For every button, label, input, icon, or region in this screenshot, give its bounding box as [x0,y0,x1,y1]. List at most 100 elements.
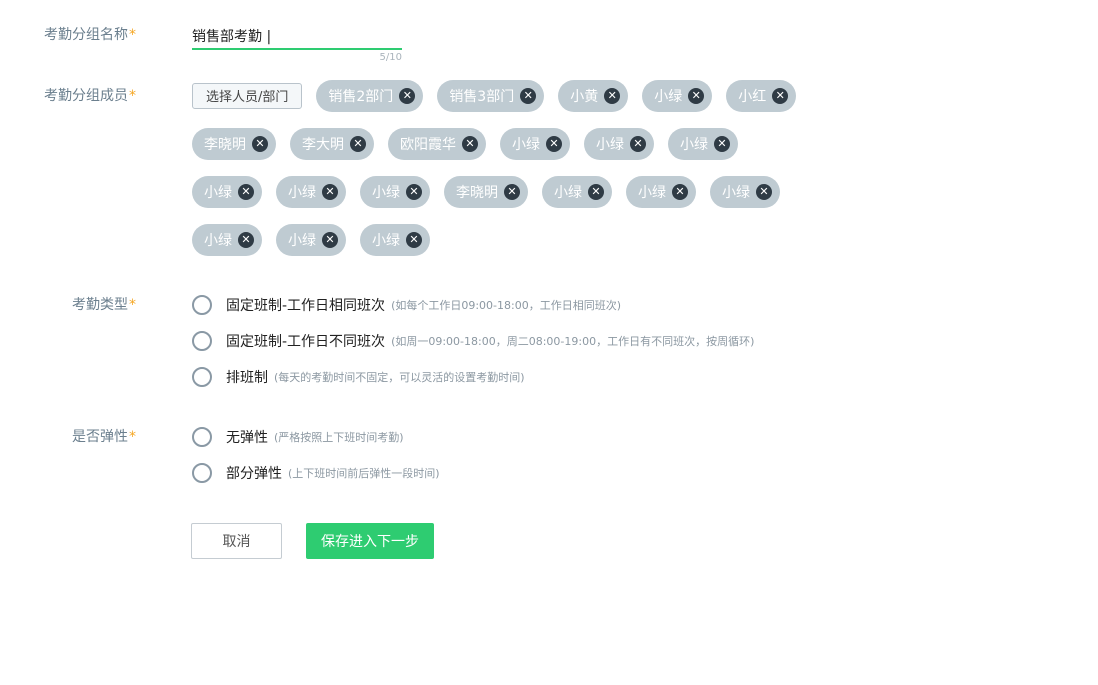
member-tag-label: 小黄 [570,88,599,105]
char-counter: 5/10 [379,52,402,63]
member-tag-label: 欧阳霞华 [400,136,456,153]
remove-member-icon[interactable]: ✕ [630,135,646,152]
member-tag-label: 小绿 [204,232,232,249]
member-tag-label: 销售2部门 [328,88,394,105]
member-tag-label: 小绿 [596,136,624,153]
member-tag-row: 李晓明 ✕ 李大明 ✕ 欧阳霞华 ✕ 小绿 ✕ 小绿 ✕ 小绿 ✕ [192,127,812,160]
member-tag-row: 小绿 ✕ 小绿 ✕ 小绿 ✕ [192,223,812,256]
option-hint: (如周一09:00-18:00，周二08:00-19:00，工作日有不同班次，按… [391,335,755,348]
members-label-text: 考勤分组成员 [44,88,128,104]
remove-member-icon[interactable]: ✕ [350,135,366,152]
member-tag: 销售3部门 ✕ [437,79,545,112]
group-name-label-text: 考勤分组名称 [44,27,128,43]
flexibility-label: 是否弹性* [0,427,136,447]
remove-member-icon[interactable]: ✕ [546,135,562,152]
remove-member-icon[interactable]: ✕ [238,183,254,200]
member-tag: 小黄 ✕ [558,79,629,112]
remove-member-icon[interactable]: ✕ [406,231,422,248]
radio-circle-icon[interactable] [192,367,212,387]
member-tag-label: 小绿 [372,184,400,201]
radio-circle-icon[interactable] [192,295,212,315]
member-tag-label: 小绿 [654,88,683,105]
radio-circle-icon[interactable] [192,331,212,351]
member-tag-label: 李大明 [302,136,344,153]
member-tag-label: 小绿 [554,184,582,201]
member-tag: 小绿 ✕ [642,79,713,112]
required-mark: * [129,297,136,313]
remove-member-icon[interactable]: ✕ [406,183,422,200]
group-name-input[interactable] [192,24,402,50]
member-tag: 小绿 ✕ [500,127,570,160]
member-tag: 小绿 ✕ [360,223,430,256]
member-tag-label: 小绿 [512,136,540,153]
remove-member-icon[interactable]: ✕ [588,183,604,200]
radio-circle-icon[interactable] [192,463,212,483]
remove-member-icon[interactable]: ✕ [520,87,537,104]
attendance-type-label-text: 考勤类型 [72,297,128,313]
member-tag: 小绿 ✕ [626,175,696,208]
remove-member-icon[interactable]: ✕ [756,183,772,200]
member-tag: 李大明 ✕ [290,127,374,160]
member-tag: 欧阳霞华 ✕ [388,127,486,160]
option-hint: (上下班时间前后弹性一段时间) [288,467,440,480]
attendance-type-label: 考勤类型* [0,295,136,315]
required-mark: * [129,429,136,445]
member-tag-label: 小绿 [722,184,750,201]
member-tag-label: 小绿 [204,184,232,201]
member-tag-list: 选择人员/部门 销售2部门 ✕ 销售3部门 ✕ 小黄 ✕ 小绿 ✕ 小红 ✕ 李晓明 ✕ 李大明 ✕ 欧阳霞华… [192,79,812,271]
member-tag: 小绿 ✕ [276,175,346,208]
remove-member-icon[interactable]: ✕ [252,135,268,152]
member-tag: 李晓明 ✕ [444,175,528,208]
option-hint: (严格按照上下班时间考勤) [274,431,404,444]
remove-member-icon[interactable]: ✕ [238,231,254,248]
member-tag-label: 小红 [738,88,767,105]
member-tag-label: 李晓明 [456,184,498,201]
required-mark: * [129,88,136,104]
group-name-label: 考勤分组名称* [0,25,136,45]
remove-member-icon[interactable]: ✕ [462,135,478,152]
remove-member-icon[interactable]: ✕ [714,135,730,152]
flexibility-option-partial[interactable]: 部分弹性 (上下班时间前后弹性一段时间) [192,462,440,484]
remove-member-icon[interactable]: ✕ [688,87,705,104]
remove-member-icon[interactable]: ✕ [604,87,621,104]
members-label: 考勤分组成员* [0,86,136,106]
remove-member-icon[interactable]: ✕ [399,87,416,104]
option-label: 部分弹性 [226,466,282,482]
member-tag: 小绿 ✕ [668,127,738,160]
member-tag-row: 选择人员/部门 销售2部门 ✕ 销售3部门 ✕ 小黄 ✕ 小绿 ✕ 小红 ✕ [192,79,812,112]
member-tag: 小绿 ✕ [276,223,346,256]
member-tag-label: 小绿 [680,136,708,153]
member-tag: 小绿 ✕ [710,175,780,208]
member-tag-label: 销售3部门 [449,88,515,105]
member-tag: 小红 ✕ [726,79,797,112]
option-hint: (如每个工作日09:00-18:00，工作日相同班次) [391,299,622,312]
member-tag: 小绿 ✕ [542,175,612,208]
remove-member-icon[interactable]: ✕ [504,183,520,200]
cancel-button[interactable]: 取消 [191,523,282,559]
member-tag-label: 小绿 [288,184,316,201]
member-tag: 小绿 ✕ [192,223,262,256]
remove-member-icon[interactable]: ✕ [322,231,338,248]
required-mark: * [129,27,136,43]
option-label: 无弹性 [226,430,268,446]
member-tag-label: 小绿 [638,184,666,201]
attendance-type-option-shift[interactable]: 排班制 (每天的考勤时间不固定，可以灵活的设置考勤时间) [192,366,525,388]
member-tag-label: 李晓明 [204,136,246,153]
member-tag: 小绿 ✕ [360,175,430,208]
select-members-button[interactable]: 选择人员/部门 [192,82,303,109]
option-label: 排班制 [226,370,268,386]
attendance-type-option-fixed-different[interactable]: 固定班制-工作日不同班次 (如周一09:00-18:00，周二08:00-19:… [192,330,754,352]
member-tag: 李晓明 ✕ [192,127,276,160]
member-tag: 小绿 ✕ [192,175,262,208]
radio-circle-icon[interactable] [192,427,212,447]
save-next-button[interactable]: 保存进入下一步 [306,523,434,559]
member-tag-label: 小绿 [372,232,400,249]
remove-member-icon[interactable]: ✕ [322,183,338,200]
flexibility-option-none[interactable]: 无弹性 (严格按照上下班时间考勤) [192,426,404,448]
member-tag-label: 小绿 [288,232,316,249]
remove-member-icon[interactable]: ✕ [672,183,688,200]
member-tag: 小绿 ✕ [584,127,654,160]
attendance-type-option-fixed-same[interactable]: 固定班制-工作日相同班次 (如每个工作日09:00-18:00，工作日相同班次) [192,294,621,316]
flexibility-label-text: 是否弹性 [72,429,128,445]
remove-member-icon[interactable]: ✕ [772,87,789,104]
